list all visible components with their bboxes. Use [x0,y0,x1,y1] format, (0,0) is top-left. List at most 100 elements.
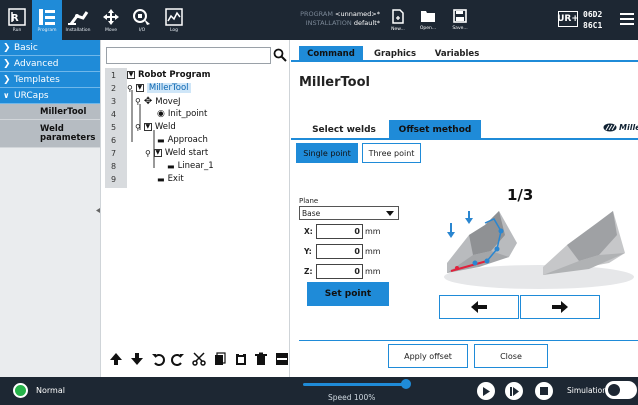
collapse-triangle-icon[interactable]: ▼ [127,71,135,79]
open-button[interactable]: Open... [414,3,442,37]
line-number: 1 [111,71,117,80]
paste-icon[interactable] [234,352,248,366]
page-title: MillerTool [299,75,370,90]
tree-node-label: Weld [154,122,176,132]
undo-icon[interactable] [151,352,165,366]
nav-millertool[interactable]: MillerTool [0,104,100,120]
tree-node-label: Robot Program [138,70,211,80]
program-info: PROGRAM <unnamed>* INSTALLATION default* [270,10,380,28]
tree-node-init-point[interactable]: ◉ Init_point [157,109,207,119]
tree-node-label: Exit [167,174,184,184]
tree-node-linear-1[interactable]: ▬ Linear_1 [167,161,214,171]
program-tab[interactable]: Program [32,0,62,40]
workpiece-illustration [439,205,635,291]
tab-select-welds[interactable]: Select welds [305,120,383,140]
next-step-button[interactable] [520,295,600,319]
nav-advanced[interactable]: ❯ Advanced [0,56,100,72]
collapse-triangle-icon[interactable]: ▼ [143,123,152,131]
line-number: 3 [111,97,117,106]
speed-slider[interactable] [303,383,407,386]
collapse-left-handle[interactable] [96,206,100,213]
copy-icon[interactable] [213,352,227,366]
search-icon[interactable] [273,48,287,62]
cut-icon[interactable] [192,352,206,366]
play-button[interactable] [477,382,495,400]
arrow-left-icon [471,301,487,313]
pin-icon: ⚲ [145,148,151,158]
run-tab-label: Run [12,27,22,33]
line-number: 9 [111,175,117,184]
set-point-button[interactable]: Set point [307,282,389,306]
robot-status-text: Normal [36,386,65,395]
plane-select[interactable]: Base [299,206,399,220]
redo-icon[interactable] [171,352,185,366]
x-input[interactable]: 0 [316,224,363,239]
installation-tab[interactable]: Installation [62,0,94,40]
collapse-triangle-icon[interactable]: ▼ [135,84,144,92]
stop-button[interactable] [535,382,553,400]
speed-slider-handle[interactable] [401,379,411,389]
line-number: 6 [111,136,117,145]
tree-node-approach[interactable]: ▬ Approach [157,135,208,145]
new-button-label: New... [391,26,405,32]
tree-node-label: Init_point [167,109,208,119]
previous-step-button[interactable] [439,295,519,319]
tab-graphics[interactable]: Graphics [369,46,421,62]
tree-node-weld[interactable]: ⚲ ▼ Weld [135,122,176,132]
nav-urcaps[interactable]: ∨ URCaps [0,88,100,104]
single-point-button[interactable]: Single point [296,143,358,163]
y-input[interactable]: 0 [316,244,363,259]
tab-offset-method[interactable]: Offset method [389,120,481,140]
tree-node-weld-start[interactable]: ⚲ ▼ Weld start [145,148,208,158]
apply-offset-button[interactable]: Apply offset [388,344,468,368]
tree-node-millertool[interactable]: ⚲ ▼ MillerTool [127,83,191,93]
move-down-icon[interactable] [130,352,144,366]
log-tab[interactable]: Log [160,0,188,40]
new-button[interactable]: New... [384,3,412,37]
tab-command[interactable]: Command [299,46,363,62]
x-unit: mm [365,227,381,236]
simulation-toggle[interactable] [605,381,637,399]
tree-node-label: Approach [167,135,208,145]
save-button[interactable]: Save... [446,3,474,37]
z-input[interactable]: 0 [316,264,363,279]
delete-icon[interactable] [254,352,268,366]
command-panel: Command Graphics Variables MillerTool Se… [291,40,638,377]
chevron-right-icon: ❯ [3,75,11,85]
step-button[interactable] [505,382,523,400]
z-unit: mm [365,267,381,276]
move-tab-label: Move [104,27,118,33]
open-button-label: Open... [419,26,437,31]
y-unit: mm [365,247,381,256]
toggle-knob [606,382,622,398]
nav-basic[interactable]: ❯ Basic [0,40,100,56]
move-up-icon[interactable] [109,352,123,366]
line-number: 2 [111,84,117,93]
run-tab[interactable]: R Run [4,0,30,40]
tree-node-exit[interactable]: ▬ Exit [157,174,184,184]
collapse-triangle-icon[interactable]: ▼ [153,149,162,157]
installation-name: default* [353,19,380,27]
hamburger-menu-icon[interactable] [620,13,634,25]
nav-weld-parameters[interactable]: Weld parameters [0,120,100,148]
suppress-icon[interactable] [275,352,289,366]
nav-templates[interactable]: ❯ Templates [0,72,100,88]
three-point-button[interactable]: Three point [362,143,421,163]
search-input[interactable] [106,47,271,64]
serial-line-1: 06D2 [583,10,603,19]
close-button[interactable]: Close [474,344,548,368]
line-move-icon: ▬ [167,161,175,171]
io-tab-label: I/O [138,27,146,33]
io-icon [133,8,150,25]
robot-status-icon[interactable] [13,383,28,398]
tree-node-label: Linear_1 [177,161,214,171]
io-tab[interactable]: I/O [128,0,156,40]
top-bar: R Run Program Installation Move I/O Log … [0,0,638,40]
tree-node-movej[interactable]: ⚲ ✥ MoveJ [135,96,181,107]
plane-label: Plane [299,197,319,205]
move-tab[interactable]: Move [96,0,126,40]
urcaps-badge[interactable]: UR+ [557,11,579,27]
tree-node-robot-program[interactable]: ▼ Robot Program [127,70,210,80]
line-move-icon: ▬ [157,174,165,184]
tab-variables[interactable]: Variables [429,46,485,62]
